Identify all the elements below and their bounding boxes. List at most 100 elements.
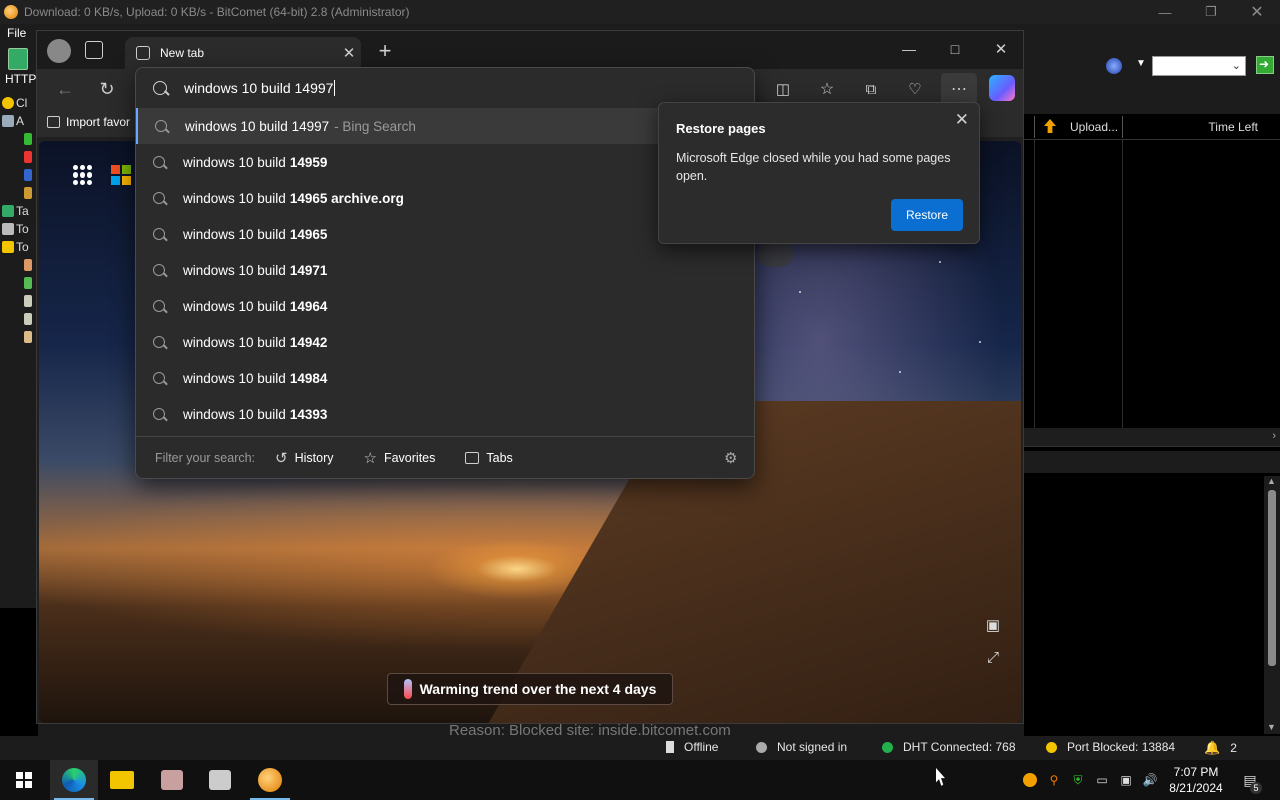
tree-item[interactable]: To [2,238,32,256]
add-tab-icon[interactable]: + [373,38,397,63]
close-window-icon[interactable]: ✕ [987,37,1015,61]
refresh-icon[interactable]: ↻ [95,77,119,101]
network-icon[interactable]: ▣ [1118,772,1134,788]
scroll-down-icon[interactable]: ▼ [1267,722,1276,732]
vertical-scrollbar[interactable]: ▲ ▼ [1264,476,1280,734]
search-select[interactable]: ⌄ [1152,56,1246,76]
tree-item[interactable] [2,256,32,274]
restore-icon[interactable]: ❐ [1188,0,1234,24]
filter-favorites-button[interactable]: ☆ Favorites [364,449,436,467]
scroll-up-icon[interactable]: ▲ [1267,476,1276,486]
volume-icon[interactable]: 🔊 [1142,772,1158,788]
import-favorites-button[interactable]: Import favor [47,115,130,129]
status-signin[interactable]: Not signed in [756,740,847,754]
column-upload[interactable]: Upload... [1070,120,1118,134]
detail-tabbar [1024,451,1280,473]
tree-item[interactable] [2,274,32,292]
weather-banner[interactable]: Warming trend over the next 4 days [387,673,673,705]
restore-button[interactable]: Restore [891,199,963,231]
filter-history-button[interactable]: ↺ History [275,449,333,467]
clock-date: 8/21/2024 [1169,781,1223,795]
gear-icon[interactable]: ⚙ [724,449,740,467]
restore-pages-dialog: Restore pages ✕ Microsoft Edge closed wh… [658,102,980,244]
taskbar-clock[interactable]: 7:07 PM 8/21/2024 [1160,764,1232,796]
add-task-icon[interactable] [8,48,28,70]
tree-item[interactable] [2,328,32,346]
copilot-icon[interactable] [989,75,1015,101]
tree-item[interactable]: Ta [2,202,32,220]
address-input[interactable]: windows 10 build 14997 [184,80,336,96]
search-tray-icon[interactable]: ⚲ [1046,772,1062,788]
tree-item[interactable] [2,292,32,310]
close-icon[interactable]: ✕ [955,110,969,130]
taskbar-file-explorer[interactable] [98,760,146,800]
profile-avatar[interactable] [47,39,71,63]
horizontal-scrollbar[interactable]: › [1024,428,1280,446]
start-button[interactable] [0,760,48,800]
expand-icon[interactable]: ⤢ [983,647,1003,667]
tree-item[interactable] [2,148,32,166]
http-label[interactable]: HTTP [5,72,36,86]
tree-item[interactable] [2,310,32,328]
chart-icon [24,169,32,181]
split-screen-icon[interactable]: ◫ [771,77,795,101]
yellow-dot-icon [1046,741,1057,753]
chevron-down-icon: ⌄ [1231,60,1241,72]
taskbar-edge[interactable] [50,760,98,800]
star-outline-icon: ☆ [363,449,377,467]
globe-icon[interactable] [1106,58,1122,74]
category-tree: Cl A Ta To To [2,94,32,346]
plug-icon [666,741,674,753]
tree-item[interactable] [2,184,32,202]
green-dot-icon [882,741,893,753]
shield-icon[interactable]: ⛨ [1070,772,1086,788]
maximize-icon[interactable]: □ [941,37,969,61]
status-offline[interactable]: Offline [666,740,718,754]
tree-item[interactable] [2,166,32,184]
suggestion-item[interactable]: windows 10 build 14942 [136,324,754,360]
star [939,261,941,263]
copilot-shortcut-icon[interactable] [757,241,793,267]
status-notifications[interactable]: 🔔 2 [1204,740,1237,756]
bitcomet-tray-icon[interactable] [1022,772,1038,788]
apps-grid-icon[interactable] [73,165,93,185]
tree-item[interactable] [2,130,32,148]
minimize-icon[interactable]: — [895,37,923,61]
status-dht[interactable]: DHT Connected: 768 [882,740,1016,754]
scrollbar-thumb[interactable] [1268,490,1276,666]
column-time-left[interactable]: Time Left [1208,120,1258,134]
dropdown-arrow-icon[interactable]: ▼ [1136,58,1146,69]
scroll-right-icon[interactable]: › [1272,430,1276,442]
collections-icon[interactable]: ⧉ [859,77,883,101]
menu-file[interactable]: File [0,26,26,40]
taskbar-bitcomet[interactable] [246,760,294,800]
filter-tabs-button[interactable]: Tabs [465,451,513,465]
tab-actions-icon[interactable] [85,41,103,59]
suggestion-item[interactable]: windows 10 build 14984 [136,360,754,396]
close-icon[interactable]: ✕ [1234,0,1280,24]
tree-item[interactable]: To [2,220,32,238]
minimize-icon[interactable]: — [1142,0,1188,24]
favorites-star-icon[interactable]: ☆ [815,77,839,101]
taskbar-app[interactable] [196,760,244,800]
clock-time: 7:07 PM [1173,765,1219,779]
taskbar-app[interactable] [148,760,196,800]
tree-item[interactable]: A [2,112,32,130]
status-port[interactable]: Port Blocked: 13884 [1046,740,1175,754]
bitcomet-logo-icon [4,5,18,19]
usb-icon[interactable]: ▭ [1094,772,1110,788]
image-info-icon[interactable]: ▣ [983,615,1003,635]
tab-new-tab[interactable]: New tab ✕ [125,37,361,69]
suggestion-item[interactable]: windows 10 build 14964 [136,288,754,324]
tree-item[interactable]: Cl [2,94,32,112]
go-button[interactable]: ➜ [1256,56,1274,74]
suggestion-item[interactable]: windows 10 build 14393 [136,396,754,432]
back-icon[interactable]: ← [53,77,77,101]
close-tab-icon[interactable]: ✕ [337,44,361,62]
settings-more-icon[interactable]: ⋯ [941,73,977,105]
torrent-icon [2,223,14,235]
suggestion-item[interactable]: windows 10 build 14971 [136,252,754,288]
browser-essentials-icon[interactable]: ♡ [903,77,927,101]
bitcomet-left-lower [0,608,38,738]
status-bar: Offline Not signed in DHT Connected: 768… [0,736,1280,760]
